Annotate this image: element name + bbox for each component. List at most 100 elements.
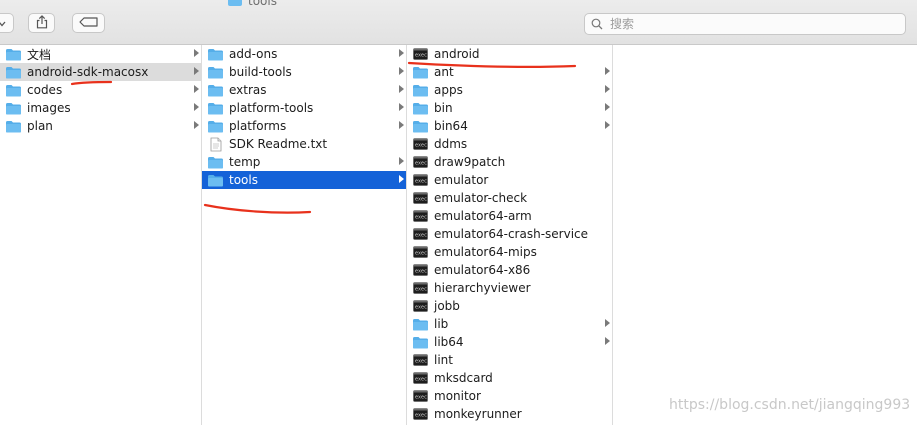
svg-text:exec: exec <box>415 359 427 365</box>
disclosure-chevron-icon <box>399 85 404 93</box>
file-item-label: emulator64-x86 <box>434 263 531 277</box>
terminal-executable-icon: exec <box>411 280 430 296</box>
tag-button[interactable] <box>72 13 105 33</box>
folder-icon <box>206 46 225 62</box>
file-item-android[interactable]: exec android <box>407 45 612 63</box>
file-item-android-sdk-macosx[interactable]: android-sdk-macosx <box>0 63 201 81</box>
chevron-down-icon <box>0 16 6 30</box>
file-item-mksdcard[interactable]: exec mksdcard <box>407 369 612 387</box>
view-options-button[interactable] <box>0 13 14 33</box>
file-item-lint[interactable]: exec lint <box>407 351 612 369</box>
disclosure-chevron-icon <box>605 121 610 129</box>
file-item-ant[interactable]: ant <box>407 63 612 81</box>
svg-text:exec: exec <box>415 161 427 167</box>
search-field[interactable] <box>584 13 906 35</box>
file-item-plan[interactable]: plan <box>0 117 201 135</box>
file-item-images[interactable]: images <box>0 99 201 117</box>
file-item-bin64[interactable]: bin64 <box>407 117 612 135</box>
file-item-monkeyrunner[interactable]: exec monkeyrunner <box>407 405 612 423</box>
file-item-label: codes <box>27 83 63 97</box>
file-item-label: bin <box>434 101 453 115</box>
disclosure-chevron-icon <box>399 175 404 183</box>
terminal-executable-icon: exec <box>411 298 430 314</box>
file-item-codes[interactable]: codes <box>0 81 201 99</box>
file-item-apps[interactable]: apps <box>407 81 612 99</box>
folder-icon <box>228 0 242 6</box>
svg-text:exec: exec <box>415 413 427 419</box>
file-item-label: lint <box>434 353 453 367</box>
file-item-bin[interactable]: bin <box>407 99 612 117</box>
file-item-label: lib64 <box>434 335 464 349</box>
file-item-add-ons[interactable]: add-ons <box>202 45 406 63</box>
file-item-label: emulator64-crash-service <box>434 227 589 241</box>
folder-icon <box>4 118 23 134</box>
file-item-label: ddms <box>434 137 468 151</box>
file-item-emulator64-crash-service[interactable]: exec emulator64-crash-service <box>407 225 612 243</box>
column-4[interactable] <box>613 45 917 425</box>
svg-text:exec: exec <box>415 287 427 293</box>
file-item-label: bin64 <box>434 119 468 133</box>
file-item-label: SDK Readme.txt <box>229 137 328 151</box>
file-item-item[interactable]: 文档 <box>0 45 201 63</box>
folder-icon <box>4 82 23 98</box>
svg-text:exec: exec <box>415 215 427 221</box>
terminal-executable-icon: exec <box>411 172 430 188</box>
svg-text:exec: exec <box>415 251 427 257</box>
disclosure-chevron-icon <box>399 49 404 57</box>
folder-icon <box>206 100 225 116</box>
file-item-lib[interactable]: lib <box>407 315 612 333</box>
file-item-label: emulator-check <box>434 191 528 205</box>
terminal-executable-icon: exec <box>411 406 430 422</box>
file-item-label: android <box>434 47 480 61</box>
search-icon <box>591 18 603 30</box>
file-item-label: lib <box>434 317 449 331</box>
file-item-emulator64-mips[interactable]: exec emulator64-mips <box>407 243 612 261</box>
file-item-jobb[interactable]: exec jobb <box>407 297 612 315</box>
file-item-platforms[interactable]: platforms <box>202 117 406 135</box>
file-item-sdk-readme-txt[interactable]: SDK Readme.txt <box>202 135 406 153</box>
folder-icon <box>4 64 23 80</box>
terminal-executable-icon: exec <box>411 208 430 224</box>
file-item-label: monitor <box>434 389 481 403</box>
folder-icon <box>411 100 430 116</box>
file-item-ddms[interactable]: exec ddms <box>407 135 612 153</box>
svg-text:exec: exec <box>415 143 427 149</box>
file-item-temp[interactable]: temp <box>202 153 406 171</box>
file-item-emulator64-x86[interactable]: exec emulator64-x86 <box>407 261 612 279</box>
disclosure-chevron-icon <box>399 67 404 75</box>
svg-text:exec: exec <box>415 53 427 59</box>
column-1[interactable]: 文档 android-sdk-macosx codes images plan <box>0 45 202 425</box>
file-item-label: extras <box>229 83 267 97</box>
folder-icon <box>4 100 23 116</box>
file-item-label: 文档 <box>27 47 52 62</box>
file-item-monitor[interactable]: exec monitor <box>407 387 612 405</box>
file-item-emulator[interactable]: exec emulator <box>407 171 612 189</box>
svg-text:exec: exec <box>415 269 427 275</box>
terminal-executable-icon: exec <box>411 370 430 386</box>
share-button[interactable] <box>28 13 55 33</box>
file-item-label: add-ons <box>229 47 278 61</box>
file-item-extras[interactable]: extras <box>202 81 406 99</box>
file-item-label: platforms <box>229 119 287 133</box>
disclosure-chevron-icon <box>194 121 199 129</box>
file-item-build-tools[interactable]: build-tools <box>202 63 406 81</box>
file-item-draw9patch[interactable]: exec draw9patch <box>407 153 612 171</box>
folder-icon <box>206 82 225 98</box>
column-2[interactable]: add-ons build-tools extras platform-tools pl… <box>202 45 407 425</box>
file-item-emulator64-arm[interactable]: exec emulator64-arm <box>407 207 612 225</box>
terminal-executable-icon: exec <box>411 226 430 242</box>
search-input[interactable] <box>608 16 905 32</box>
folder-icon <box>206 154 225 170</box>
file-item-lib64[interactable]: lib64 <box>407 333 612 351</box>
svg-text:exec: exec <box>415 395 427 401</box>
file-item-platform-tools[interactable]: platform-tools <box>202 99 406 117</box>
terminal-executable-icon: exec <box>411 352 430 368</box>
file-item-emulator-check[interactable]: exec emulator-check <box>407 189 612 207</box>
text-document-icon <box>206 136 225 152</box>
terminal-executable-icon: exec <box>411 136 430 152</box>
file-item-hierarchyviewer[interactable]: exec hierarchyviewer <box>407 279 612 297</box>
file-item-tools[interactable]: tools <box>202 171 406 189</box>
column-3[interactable]: exec android ant apps bin bin64 exec ddms exec dr… <box>407 45 613 425</box>
folder-icon <box>206 64 225 80</box>
file-item-label: emulator64-arm <box>434 209 532 223</box>
